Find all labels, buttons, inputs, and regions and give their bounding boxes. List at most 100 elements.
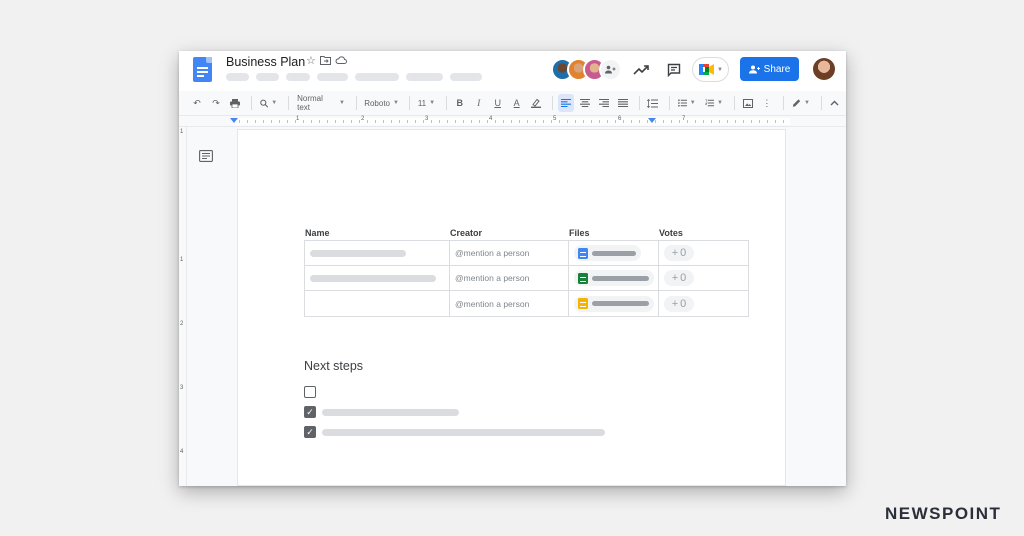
checkbox-checked[interactable]: ✓ xyxy=(304,406,316,418)
menu-item-placeholder[interactable] xyxy=(450,73,482,81)
vote-chip[interactable]: +0 xyxy=(664,295,694,312)
more-options-icon[interactable]: ⋮ xyxy=(759,94,775,112)
vote-chip[interactable]: +0 xyxy=(664,245,694,261)
name-cell[interactable] xyxy=(305,241,450,265)
left-indent-marker[interactable] xyxy=(230,118,238,123)
docs-logo-icon[interactable] xyxy=(193,57,212,82)
document-outline-icon[interactable] xyxy=(199,149,213,162)
align-left-icon[interactable] xyxy=(557,94,574,112)
ruler-tick xyxy=(295,120,296,123)
account-avatar[interactable] xyxy=(813,58,835,80)
files-cell[interactable] xyxy=(569,266,659,290)
star-icon[interactable]: ☆ xyxy=(306,55,316,69)
more-collaborators-icon[interactable] xyxy=(599,58,622,81)
ruler-tick xyxy=(583,120,584,123)
align-center-icon[interactable] xyxy=(577,94,593,112)
ruler-tick xyxy=(615,120,616,123)
line-spacing-icon[interactable] xyxy=(645,94,661,112)
align-right-icon[interactable] xyxy=(596,94,612,112)
ruler-tick xyxy=(647,120,648,123)
file-chip[interactable] xyxy=(574,245,641,261)
ruler-tick xyxy=(759,120,760,123)
mention-placeholder[interactable]: @mention a person xyxy=(455,248,529,258)
menu-item-placeholder[interactable] xyxy=(317,73,348,81)
ruler-tick xyxy=(735,120,736,123)
file-name-placeholder xyxy=(592,250,636,256)
font-dropdown[interactable]: Roboto ▼ xyxy=(362,94,401,112)
editing-mode-dropdown[interactable]: ▼ xyxy=(789,94,813,112)
votes-cell[interactable]: +0 xyxy=(659,266,748,290)
files-cell[interactable] xyxy=(569,291,659,316)
menu-item-placeholder[interactable] xyxy=(406,73,443,81)
vote-count: 0 xyxy=(680,272,687,284)
vertical-ruler[interactable]: 1 1 2 3 4 xyxy=(179,127,187,486)
ruler-tick xyxy=(511,120,512,123)
file-chip[interactable] xyxy=(574,270,654,286)
mention-placeholder[interactable]: @mention a person xyxy=(455,273,529,283)
underline-icon[interactable]: U xyxy=(490,94,506,112)
ruler-mark: 1 xyxy=(180,129,184,135)
print-icon[interactable] xyxy=(227,94,243,112)
menu-item-placeholder[interactable] xyxy=(226,73,249,81)
share-button[interactable]: Share xyxy=(740,57,799,81)
mention-placeholder[interactable]: @mention a person xyxy=(455,299,529,309)
checkbox-unchecked[interactable] xyxy=(304,386,316,398)
ruler-tick xyxy=(303,120,304,123)
text-color-icon[interactable]: A xyxy=(509,94,525,112)
file-chip[interactable] xyxy=(574,295,654,312)
ruler-mark: 3 xyxy=(180,385,184,391)
italic-icon[interactable]: I xyxy=(471,94,487,112)
bulleted-list-dropdown[interactable]: ▼ xyxy=(675,94,699,112)
menu-item-placeholder[interactable] xyxy=(355,73,399,81)
document-page[interactable]: Name Creator Files Votes @mention a pers… xyxy=(237,129,786,486)
name-cell[interactable] xyxy=(305,291,450,316)
meet-button[interactable]: ▼ xyxy=(692,57,729,82)
move-folder-icon[interactable] xyxy=(319,55,331,69)
ruler-tick xyxy=(591,120,592,123)
ruler-tick xyxy=(335,120,336,123)
menu-item-placeholder[interactable] xyxy=(286,73,310,81)
cloud-saved-icon[interactable] xyxy=(335,55,347,69)
align-justify-icon[interactable] xyxy=(615,94,631,112)
comment-history-icon[interactable] xyxy=(662,58,686,82)
file-name-placeholder xyxy=(592,275,649,281)
collaborator-avatars[interactable] xyxy=(551,58,622,82)
paragraph-style-value: Normal text xyxy=(297,94,323,112)
ruler-mark: 1 xyxy=(180,257,184,263)
smart-table: Name Creator Files Votes @mention a pers… xyxy=(304,228,749,317)
insert-image-icon[interactable] xyxy=(740,94,756,112)
font-size-dropdown[interactable]: 11 ▼ xyxy=(415,94,438,112)
bold-icon[interactable]: B xyxy=(452,94,468,112)
text-placeholder xyxy=(310,274,436,282)
redo-icon[interactable]: ↷ xyxy=(208,94,224,112)
document-title[interactable]: Business Plan xyxy=(226,55,305,69)
activity-trend-icon[interactable] xyxy=(629,58,653,82)
column-header-votes[interactable]: Votes xyxy=(658,228,747,240)
undo-icon[interactable]: ↶ xyxy=(189,94,205,112)
numbered-list-dropdown[interactable]: ▼ xyxy=(702,94,726,112)
horizontal-ruler[interactable]: 1 2 3 4 5 6 7 xyxy=(179,115,846,127)
name-cell[interactable] xyxy=(305,266,450,290)
votes-cell[interactable]: +0 xyxy=(659,241,748,265)
ruler-tick xyxy=(679,120,680,123)
vote-chip[interactable]: +0 xyxy=(664,270,694,286)
column-header-creator[interactable]: Creator xyxy=(449,228,568,240)
column-header-files[interactable]: Files xyxy=(568,228,658,240)
checkbox-checked[interactable]: ✓ xyxy=(304,426,316,438)
checklist-item xyxy=(304,386,316,398)
highlight-color-icon[interactable] xyxy=(528,94,544,112)
creator-cell[interactable]: @mention a person xyxy=(450,241,569,265)
zoom-dropdown[interactable]: ▼ xyxy=(257,94,280,112)
files-cell[interactable] xyxy=(569,241,659,265)
votes-cell[interactable]: +0 xyxy=(659,291,748,316)
paragraph-style-dropdown[interactable]: Normal text ▼ xyxy=(294,94,348,112)
ruler-tick xyxy=(423,120,424,123)
column-header-name[interactable]: Name xyxy=(304,228,449,240)
creator-cell[interactable]: @mention a person xyxy=(450,266,569,290)
ruler-tick xyxy=(383,120,384,123)
ruler-tick xyxy=(311,120,312,123)
ruler-tick xyxy=(487,120,488,123)
hide-menus-icon[interactable] xyxy=(827,94,843,112)
menu-item-placeholder[interactable] xyxy=(256,73,279,81)
creator-cell[interactable]: @mention a person xyxy=(450,291,569,316)
